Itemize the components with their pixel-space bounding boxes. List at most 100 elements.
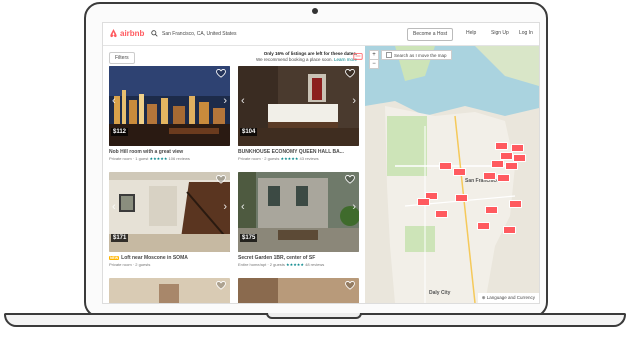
price-tag: $175: [240, 234, 258, 242]
filters-button[interactable]: Filters: [109, 52, 135, 64]
previous-photo-icon[interactable]: ‹: [241, 96, 245, 107]
logo-text: airbnb: [120, 28, 145, 38]
listing-title: BUNKHOUSE ECONOMY QUEEN HALL BA...: [238, 149, 359, 155]
previous-photo-icon[interactable]: ‹: [112, 202, 116, 213]
listing-meta: Private room · 2 guests: [109, 262, 230, 267]
heart-icon[interactable]: [345, 69, 355, 78]
map-price-pin[interactable]: [505, 162, 518, 170]
listing-title-text: Secret Garden 1BR, center of SF: [238, 255, 316, 261]
next-photo-icon[interactable]: ›: [223, 96, 227, 107]
map-price-pin[interactable]: [491, 160, 504, 168]
map-price-pin[interactable]: [497, 174, 510, 182]
map-panel[interactable]: + − Search as I move the map San Francis…: [365, 46, 539, 303]
listing-title: Nob Hill room with a great view: [109, 149, 230, 155]
previous-photo-icon[interactable]: ‹: [112, 96, 116, 107]
webcam: [312, 8, 318, 14]
map-price-pin[interactable]: [485, 206, 498, 214]
star-rating: ★★★★★: [149, 156, 168, 161]
listing-title-text: Loft near Moscone in SOMA: [121, 255, 188, 261]
map-price-pin[interactable]: [439, 162, 452, 170]
new-badge: NEW: [109, 256, 120, 260]
previous-photo-icon[interactable]: ‹: [241, 202, 245, 213]
review-count: 106 reviews: [168, 156, 190, 161]
listing-photo[interactable]: ‹ › $175: [238, 172, 359, 252]
browser-screen: airbnb San Francisco, CA, United States …: [102, 22, 540, 304]
notice-headline: Only 16% of listings are left for these …: [263, 51, 357, 56]
search-icon: [151, 30, 158, 37]
listing-meta: Private room · 1 guest ★★★★★ 106 reviews: [109, 156, 230, 161]
listing-card[interactable]: [109, 278, 230, 303]
heart-icon[interactable]: [345, 175, 355, 184]
search-as-i-move-toggle[interactable]: Search as I move the map: [381, 50, 452, 60]
listing-meta: Private room · 2 guests ★★★★★ 43 reviews: [238, 156, 359, 161]
availability-notice: Only 16% of listings are left for these …: [225, 51, 357, 63]
listing-type: Private room · 2 guests: [109, 262, 151, 267]
map-price-pin[interactable]: [453, 168, 466, 176]
star-rating: ★★★★★: [286, 262, 304, 267]
notice-text: We recommend booking a place soon.: [256, 57, 333, 62]
price-tag-icon: [353, 53, 363, 60]
listing-photo[interactable]: [238, 278, 359, 303]
listing-title: NEW Loft near Moscone in SOMA: [109, 255, 230, 261]
listing-type: Private room · 2 guests: [238, 156, 280, 161]
map-price-pin[interactable]: [495, 142, 508, 150]
search-toggle-label: Search as I move the map: [394, 52, 447, 58]
airbnb-logo[interactable]: airbnb: [109, 28, 144, 38]
price-tag: $104: [240, 128, 258, 136]
map-price-pin[interactable]: [509, 200, 522, 208]
listing-title: Secret Garden 1BR, center of SF: [238, 255, 359, 261]
listing-card[interactable]: ‹ › $112 Nob Hill room with a great view…: [109, 66, 230, 161]
listing-card[interactable]: ‹ › $171 NEW Loft near Moscone in SOMA Pr…: [109, 172, 230, 267]
listing-meta: Entire home/apt · 2 guests ★★★★★ 48 revi…: [238, 262, 359, 267]
top-navigation-bar: airbnb San Francisco, CA, United States …: [103, 23, 539, 46]
map-label-daly-city: Daly City: [429, 290, 451, 296]
map-price-pin[interactable]: [511, 144, 524, 152]
help-link[interactable]: Help: [466, 28, 476, 39]
listing-photo[interactable]: ‹ › $104: [238, 66, 359, 146]
map-price-pin[interactable]: [483, 172, 496, 180]
map-price-pin[interactable]: [503, 226, 516, 234]
next-photo-icon[interactable]: ›: [352, 202, 356, 213]
map-price-pin[interactable]: [500, 152, 513, 160]
san-francisco-map: [365, 46, 539, 303]
room-photo: [109, 278, 230, 303]
price-tag: $171: [111, 234, 129, 242]
heart-icon[interactable]: [345, 281, 355, 290]
listings-panel: Filters Only 16% of listings are left fo…: [103, 46, 365, 303]
zoom-out-button[interactable]: −: [370, 60, 378, 68]
next-photo-icon[interactable]: ›: [352, 96, 356, 107]
map-price-pin[interactable]: [455, 194, 468, 202]
sign-up-link[interactable]: Sign Up: [491, 28, 509, 39]
map-price-pin[interactable]: [513, 154, 526, 162]
map-price-pin[interactable]: [477, 222, 490, 230]
listing-title-text: Nob Hill room with a great view: [109, 149, 184, 155]
checkbox-icon[interactable]: [386, 52, 392, 58]
next-photo-icon[interactable]: ›: [223, 202, 227, 213]
heart-icon[interactable]: [216, 175, 226, 184]
listing-card[interactable]: [238, 278, 359, 303]
listing-photo[interactable]: ‹ › $171: [109, 172, 230, 252]
listing-card[interactable]: ‹ › $104 BUNKHOUSE ECONOMY QUEEN HALL BA…: [238, 66, 359, 161]
zoom-control: + −: [369, 50, 379, 69]
map-price-pin[interactable]: [417, 198, 430, 206]
review-count: 48 reviews: [305, 262, 325, 267]
laptop-notch: [266, 313, 362, 319]
log-in-link[interactable]: Log In: [519, 28, 533, 39]
heart-icon[interactable]: [216, 281, 226, 290]
review-count: 43 reviews: [299, 156, 319, 161]
listing-type: Entire home/apt · 2 guests: [238, 262, 285, 267]
location-search-input[interactable]: San Francisco, CA, United States: [151, 27, 301, 40]
language-currency-button[interactable]: ⊕ Language and Currency: [477, 293, 539, 303]
zoom-in-button[interactable]: +: [370, 51, 378, 60]
listing-photo[interactable]: ‹ › $112: [109, 66, 230, 146]
heart-icon[interactable]: [216, 69, 226, 78]
listing-type: Private room · 1 guest: [109, 156, 149, 161]
search-value: San Francisco, CA, United States: [162, 30, 237, 37]
listing-photo[interactable]: [109, 278, 230, 303]
become-a-host-button[interactable]: Become a Host: [407, 28, 454, 41]
map-price-pin[interactable]: [435, 210, 448, 218]
price-tag: $112: [111, 128, 129, 136]
listing-card[interactable]: ‹ › $175 Secret Garden 1BR, center of SF…: [238, 172, 359, 267]
listing-title-text: BUNKHOUSE ECONOMY QUEEN HALL BA...: [238, 149, 344, 155]
star-rating: ★★★★★: [280, 156, 299, 161]
